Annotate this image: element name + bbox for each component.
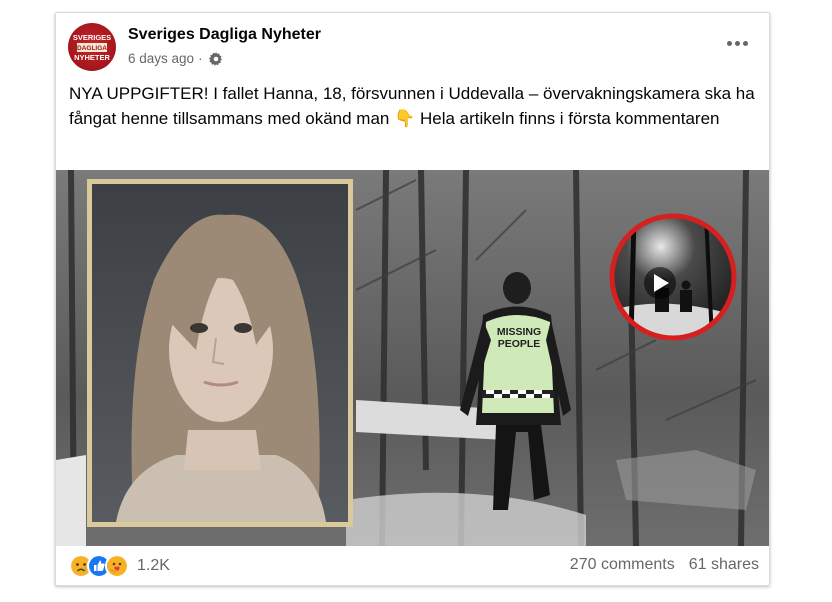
post-image-art: MISSING PEOPLE <box>56 170 769 546</box>
logo-line2: DAGLIGA <box>77 45 107 52</box>
post-caption: NYA UPPGIFTER! I fallet Hanna, 18, försv… <box>69 84 755 128</box>
post-image[interactable]: MISSING PEOPLE <box>56 170 769 546</box>
vest-label-line2: PEOPLE <box>498 338 541 350</box>
facebook-post-card: SVERIGES DAGLIGA NYHETER Sveriges Daglig… <box>55 12 770 586</box>
post-footer: 1.2K 270 comments 61 shares <box>56 546 769 585</box>
post-timestamp[interactable]: 6 days ago <box>128 51 194 66</box>
vest-label-line1: MISSING <box>497 326 541 338</box>
post-stats: 270 comments 61 shares <box>570 556 759 574</box>
dot-icon <box>727 41 732 46</box>
page-logo: SVERIGES DAGLIGA NYHETER <box>73 33 111 62</box>
shares-count-link[interactable]: 61 shares <box>689 556 759 574</box>
gear-icon[interactable] <box>208 51 223 66</box>
portrait-photo <box>87 179 353 527</box>
meta-separator: · <box>198 51 203 66</box>
comments-count-link[interactable]: 270 comments <box>570 556 675 574</box>
page-avatar[interactable]: SVERIGES DAGLIGA NYHETER <box>68 23 116 71</box>
care-icon <box>105 554 129 578</box>
play-icon[interactable] <box>644 267 676 299</box>
logo-line1: SVERIGES <box>73 33 111 42</box>
page-name-link[interactable]: Sveriges Dagliga Nyheter <box>128 26 321 44</box>
dot-icon <box>735 41 740 46</box>
dot-icon <box>743 41 748 46</box>
logo-line3: NYHETER <box>74 53 110 62</box>
reaction-count: 1.2K <box>137 557 170 574</box>
post-meta: 6 days ago · <box>128 51 223 66</box>
reactions-summary[interactable]: 1.2K <box>69 554 170 578</box>
more-options-button[interactable] <box>727 39 751 49</box>
